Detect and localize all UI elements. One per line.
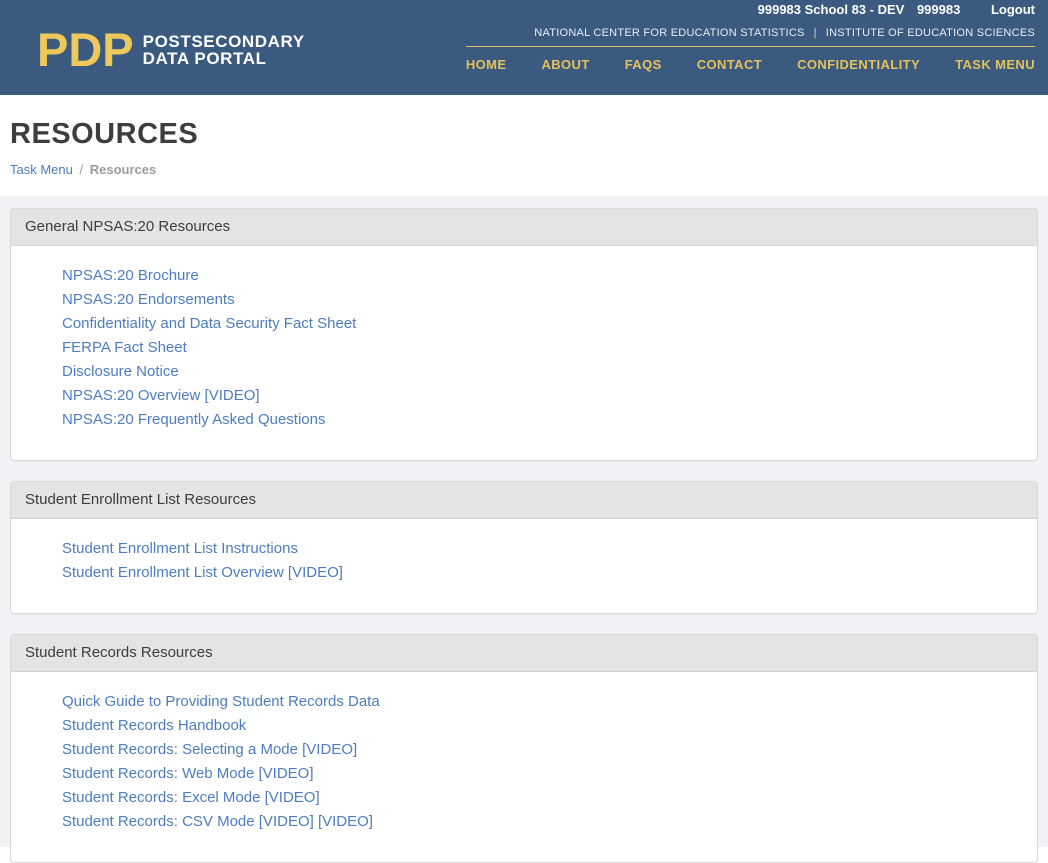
resource-link-item: NPSAS:20 Endorsements [62,288,1023,312]
pdp-logo-text: POSTSECONDARY DATA PORTAL [143,33,305,67]
resource-link[interactable]: Student Records: CSV Mode [VIDEO] [VIDEO… [62,813,373,830]
resource-section-title: General NPSAS:20 Resources [11,209,1037,246]
breadcrumb-current: Resources [89,162,157,177]
main-nav: HOME ABOUT FAQS CONTACT CONFIDENTIALITY TASK … [465,46,1035,72]
org-separator: | [813,27,817,39]
resource-link[interactable]: FERPA Fact Sheet [62,339,187,356]
resource-link-item: Student Records: Excel Mode [VIDEO] [62,786,1023,810]
resource-link[interactable]: Confidentiality and Data Security Fact S… [62,315,356,332]
resource-section: Student Records Resources Quick Guide to… [10,634,1038,863]
resource-link-item: NPSAS:20 Overview [VIDEO] [62,384,1023,408]
ies-label: INSTITUTE OF EDUCATION SCIENCES [825,27,1035,39]
breadcrumb-separator: / [79,162,84,177]
nav-home[interactable]: HOME [466,57,507,72]
resource-link[interactable]: Student Records: Selecting a Mode [VIDEO… [62,741,357,758]
resource-section-links: Quick Guide to Providing Student Records… [11,672,1037,862]
pdp-logo-line2: DATA PORTAL [142,49,267,68]
logout-link[interactable]: Logout [991,2,1035,17]
breadcrumb: Task Menu / Resources [10,162,1038,177]
resource-link-item: Quick Guide to Providing Student Records… [62,690,1023,714]
pdp-logo-acronym: PDP [37,23,134,76]
resource-section: Student Enrollment List Resources Studen… [10,481,1038,614]
resource-link[interactable]: NPSAS:20 Frequently Asked Questions [62,411,325,428]
resource-section-links: NPSAS:20 Brochure NPSAS:20 Endorsements Co… [11,246,1037,460]
resource-link[interactable]: NPSAS:20 Brochure [62,267,199,284]
resource-link-item: FERPA Fact Sheet [62,336,1023,360]
nav-faqs[interactable]: FAQS [625,57,662,72]
resource-link-item: Student Records Handbook [62,714,1023,738]
resource-link[interactable]: NPSAS:20 Overview [VIDEO] [62,387,260,404]
nav-contact[interactable]: CONTACT [697,57,762,72]
resource-link-item: Student Records: CSV Mode [VIDEO] [VIDEO… [62,810,1023,834]
resource-section: General NPSAS:20 Resources NPSAS:20 Broc… [10,208,1038,461]
school-id-label: 999983 [916,2,961,17]
resource-link[interactable]: Student Records: Web Mode [VIDEO] [62,765,314,782]
resource-link[interactable]: Student Records Handbook [62,717,246,734]
breadcrumb-task-menu-link[interactable]: Task Menu [10,162,73,177]
resource-section-title: Student Enrollment List Resources [11,482,1037,519]
nav-task-menu[interactable]: TASK MENU [955,57,1035,72]
resource-link-item: Confidentiality and Data Security Fact S… [62,312,1023,336]
resource-section-title: Student Records Resources [11,635,1037,672]
resource-link-item: Student Records: Selecting a Mode [VIDEO… [62,738,1023,762]
site-header: 999983 School 83 - DEV 999983 Logout PDP… [0,0,1048,95]
resource-link[interactable]: NPSAS:20 Endorsements [62,291,235,308]
org-line: NATIONAL CENTER FOR EDUCATION STATISTICS… [466,27,1035,39]
resource-link-item: NPSAS:20 Frequently Asked Questions [62,408,1023,432]
resource-link[interactable]: Student Enrollment List Overview [VIDEO] [62,564,343,581]
resources-content: General NPSAS:20 Resources NPSAS:20 Broc… [0,196,1048,863]
nces-label: NATIONAL CENTER FOR EDUCATION STATISTICS [534,27,805,39]
resource-link[interactable]: Disclosure Notice [62,363,179,380]
resource-link[interactable]: Student Records: Excel Mode [VIDEO] [62,789,320,806]
resource-link-item: Student Enrollment List Instructions [62,537,1023,561]
resource-link[interactable]: Quick Guide to Providing Student Records… [62,693,380,710]
pdp-logo[interactable]: PDP POSTSECONDARY DATA PORTAL [37,23,305,76]
header-right: NATIONAL CENTER FOR EDUCATION STATISTICS… [465,27,1035,74]
resource-link[interactable]: Student Enrollment List Instructions [62,540,298,557]
page-title: RESOURCES [10,118,199,150]
resource-link-item: Student Enrollment List Overview [VIDEO] [62,561,1023,585]
nav-about[interactable]: ABOUT [541,57,589,72]
resource-link-item: NPSAS:20 Brochure [62,264,1023,288]
resource-section-links: Student Enrollment List Instructions Stud… [11,519,1037,613]
nav-confidentiality[interactable]: CONFIDENTIALITY [797,57,920,72]
resource-link-item: Disclosure Notice [62,360,1023,384]
page-head: RESOURCES Task Menu / Resources [0,95,1048,196]
topbar: 999983 School 83 - DEV 999983 Logout [758,2,1035,17]
school-name-label: 999983 School 83 - DEV [757,2,905,17]
resource-link-item: Student Records: Web Mode [VIDEO] [62,762,1023,786]
